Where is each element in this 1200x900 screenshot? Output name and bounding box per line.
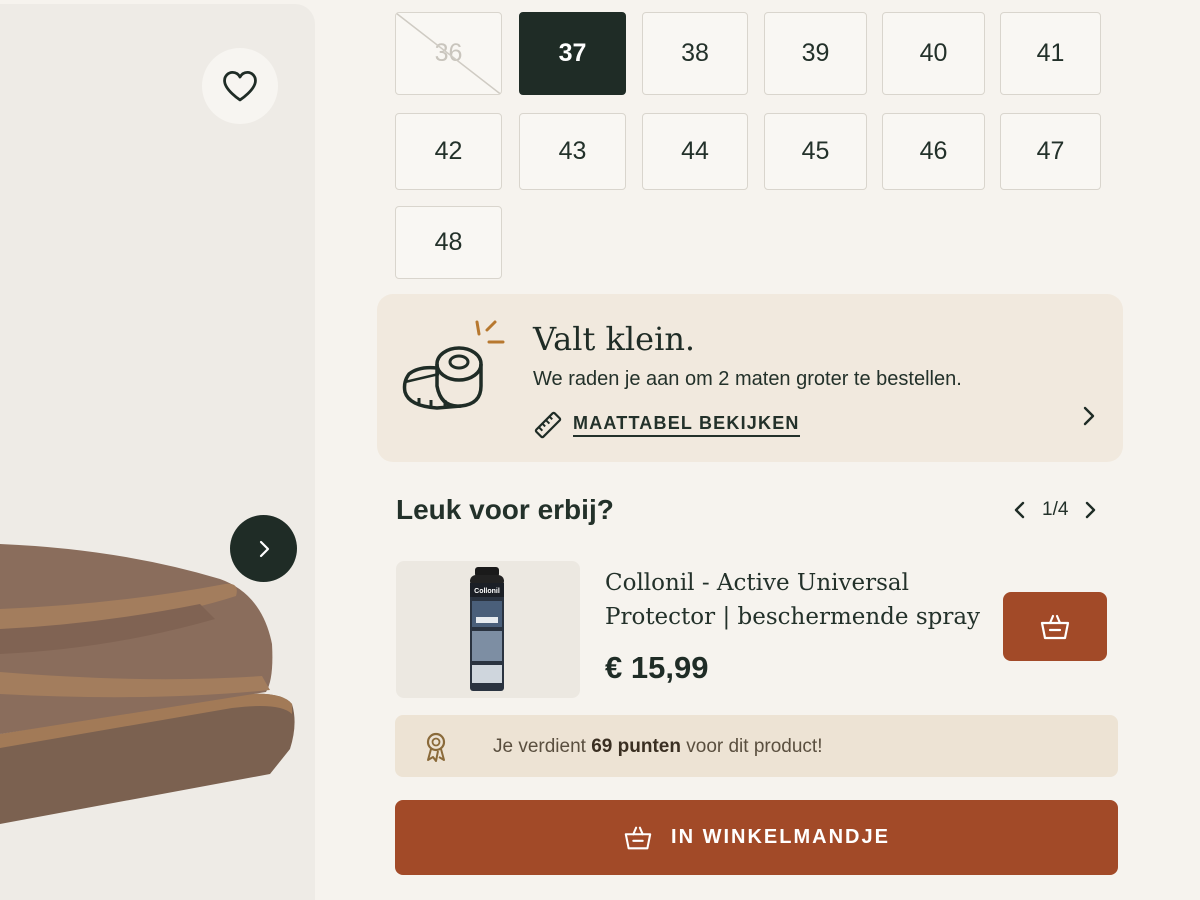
size-label: 38 (681, 39, 709, 67)
size-option-45[interactable]: 45 (764, 113, 867, 190)
size-label: 45 (801, 137, 830, 165)
fit-advice-card: Valt klein. We raden je aan om 2 maten g… (377, 294, 1123, 462)
spray-can-image: Collonil (470, 567, 504, 691)
favorite-button[interactable] (202, 48, 278, 124)
size-option-36: 36 (395, 12, 502, 95)
fit-advice-text: We raden je aan om 2 maten groter te bes… (533, 368, 962, 390)
svg-text:Collonil: Collonil (474, 588, 500, 595)
size-option-40[interactable]: 40 (882, 12, 985, 95)
chevron-left-icon (1014, 501, 1025, 519)
add-to-cart-label: IN WINKELMANDJE (671, 826, 890, 848)
recommended-product-image[interactable]: Collonil (396, 561, 580, 698)
chevron-right-icon (1086, 501, 1096, 519)
size-option-39[interactable]: 39 (764, 12, 867, 95)
size-label: 46 (919, 137, 948, 165)
size-chart-label: MAATTABEL BEKIJKEN (573, 413, 800, 437)
size-option-38[interactable]: 38 (642, 12, 748, 95)
product-image-panel (0, 4, 315, 900)
basket-icon (624, 826, 652, 849)
strikethrough-line (396, 13, 501, 94)
size-option-42[interactable]: 42 (395, 113, 502, 190)
size-label: 41 (1036, 39, 1065, 67)
size-label: 48 (434, 228, 463, 256)
size-option-37[interactable]: 37 (519, 12, 626, 95)
basket-icon (1040, 614, 1070, 639)
size-label: 44 (681, 137, 709, 165)
size-option-46[interactable]: 46 (882, 113, 985, 190)
size-label: 40 (919, 39, 948, 67)
product-name-line-2: Protector | beschermende spray (605, 604, 981, 630)
ruler-icon (534, 411, 562, 439)
chevron-right-icon (259, 540, 269, 557)
size-label: 39 (801, 39, 830, 67)
recommendations-pager: 1/4 (1012, 498, 1098, 522)
pager-prev-button[interactable] (1012, 498, 1028, 522)
pager-next-button[interactable] (1082, 498, 1098, 522)
loyalty-points-bar: Je verdient 69 punten voor dit product! (395, 715, 1118, 777)
product-name-line-1: Collonil - Active Universal (605, 570, 909, 596)
size-option-47[interactable]: 47 (1000, 113, 1101, 190)
add-to-cart-button[interactable]: IN WINKELMANDJE (395, 800, 1118, 875)
size-option-43[interactable]: 43 (519, 113, 626, 190)
size-label: 47 (1036, 137, 1065, 165)
loyalty-points-text: Je verdient 69 punten voor dit product! (493, 736, 823, 758)
points-suffix: voor dit product! (680, 736, 823, 757)
heart-icon (223, 71, 257, 102)
next-image-button[interactable] (230, 515, 297, 582)
size-option-48[interactable]: 48 (395, 206, 502, 279)
points-prefix: Je verdient (493, 736, 592, 757)
award-ribbon-icon (426, 732, 446, 762)
size-chart-link[interactable]: MAATTABEL BEKIJKEN (533, 410, 800, 440)
size-option-44[interactable]: 44 (642, 113, 748, 190)
measuring-tape-icon (402, 320, 505, 410)
add-recommended-to-cart-button[interactable] (1003, 592, 1107, 661)
recommended-product-price: € 15,99 (605, 650, 709, 685)
recommended-product-name[interactable]: Collonil - Active Universal Protector | … (605, 566, 985, 634)
size-label: 43 (558, 137, 587, 165)
size-option-41[interactable]: 41 (1000, 12, 1101, 95)
size-label: 37 (558, 39, 587, 67)
recommendations-heading: Leuk voor erbij? (396, 494, 614, 525)
size-label: 42 (434, 137, 463, 165)
pager-count: 1/4 (1042, 499, 1069, 520)
chevron-right-icon[interactable] (1077, 402, 1101, 430)
fit-advice-title: Valt klein. (533, 320, 696, 358)
points-amount: 69 punten (591, 736, 681, 757)
